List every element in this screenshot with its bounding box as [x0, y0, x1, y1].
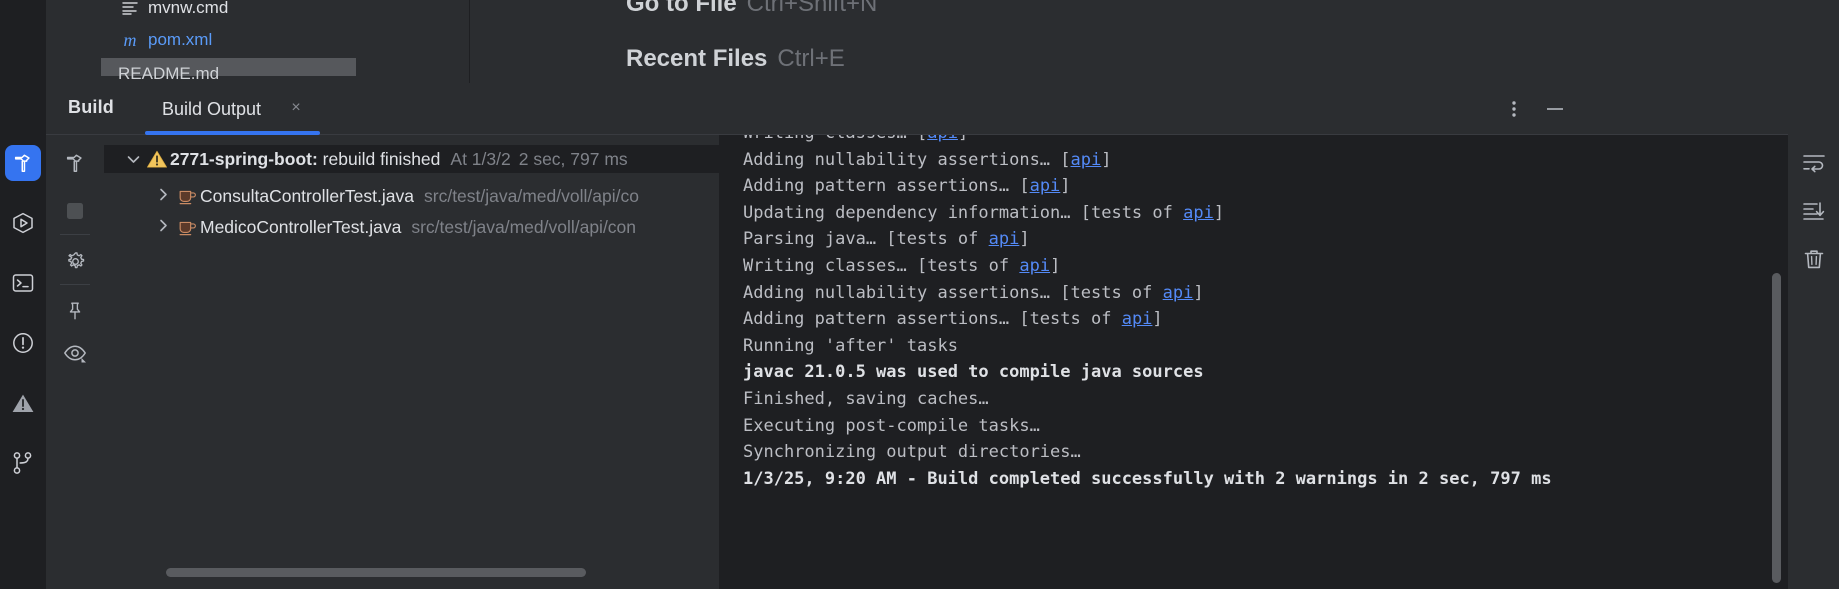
module-link-api[interactable]: api [1183, 203, 1214, 223]
build-item-path: src/test/java/med/voll/api/con [411, 216, 637, 237]
console-action-rail [1788, 135, 1839, 589]
build-tree-hscrollbar-thumb[interactable] [166, 568, 586, 577]
console-line: Adding pattern assertions… [api] [743, 176, 1071, 197]
build-tool-icon[interactable] [5, 145, 41, 181]
console-line: Executing post-compile tasks… [743, 415, 1040, 436]
soft-wrap-icon[interactable] [1796, 145, 1832, 181]
console-line: 1/3/25, 9:20 AM - Build completed succes… [743, 468, 1552, 489]
editor-empty-state-peek: Go to File Ctrl+Shift+N Recent Files Ctrl+… [470, 0, 1839, 83]
console-line: Adding nullability assertions… [tests of… [743, 282, 1204, 303]
maven-file-icon: m [123, 29, 137, 50]
build-root-duration: 2 sec, 797 ms [518, 148, 628, 169]
left-rail-top-gutter [0, 0, 46, 83]
settings-gear-icon[interactable] [57, 243, 93, 279]
build-root-module: 2771-spring-boot: [170, 148, 318, 169]
module-link-api[interactable]: api [1122, 309, 1153, 329]
project-tool-window-peek: mvnw.cmd m pom.xml README.md [46, 0, 469, 83]
eye-icon[interactable] [57, 335, 93, 371]
project-file-pom-xml[interactable]: m pom.xml [118, 27, 213, 53]
build-console-pane[interactable]: Writing classes… [api] Adding nullability… [719, 135, 1788, 589]
console-line: Writing classes… [api] [743, 135, 968, 143]
build-tree-item-consulta-controller-test[interactable]: ConsultaControllerTest.java src/test/jav… [104, 182, 719, 210]
run-tool-icon[interactable] [5, 205, 41, 241]
console-line: javac 21.0.5 was used to compile java so… [743, 362, 1204, 383]
toolbar-divider [60, 234, 90, 235]
chevron-down-icon[interactable] [122, 152, 144, 167]
module-link-api[interactable]: api [1071, 150, 1102, 170]
console-line: Updating dependency information… [tests … [743, 202, 1225, 223]
chevron-right-icon[interactable] [152, 219, 174, 235]
module-link-api[interactable]: api [1163, 283, 1194, 303]
goto-file-label: Go to File [626, 0, 737, 17]
recent-files-hint: Recent Files Ctrl+E [626, 45, 845, 73]
more-options-icon[interactable] [1502, 97, 1526, 121]
java-class-icon [174, 217, 200, 237]
terminal-tool-icon[interactable] [5, 265, 41, 301]
java-class-icon [174, 186, 200, 206]
build-tree-root-row[interactable]: 2771-spring-boot: rebuild finished At 1/… [104, 145, 719, 173]
build-root-title: 2771-spring-boot: rebuild finished [170, 149, 440, 170]
build-item-path: src/test/java/med/voll/api/co [424, 185, 639, 206]
trash-icon[interactable] [1796, 241, 1832, 277]
build-window-header-right-edge [1788, 83, 1839, 135]
top-strip: mvnw.cmd m pom.xml README.md Go to File C… [0, 0, 1839, 83]
build-hammer-icon[interactable] [57, 145, 93, 181]
console-vscrollbar-thumb[interactable] [1772, 273, 1781, 583]
pin-icon[interactable] [57, 293, 93, 329]
chevron-right-icon[interactable] [152, 188, 174, 204]
module-link-api[interactable]: api [927, 135, 958, 143]
build-window-header: Build Build Output × [0, 83, 1839, 135]
left-tool-rail [0, 83, 46, 589]
build-tree-rows: 2771-spring-boot: rebuild finished At 1/… [104, 135, 719, 589]
toolbar-divider [60, 284, 90, 285]
build-tool-window: Build Build Output × 2771-spring-boot: r… [0, 83, 1839, 589]
ide-window: mvnw.cmd m pom.xml README.md Go to File C… [0, 0, 1839, 589]
git-branch-tool-icon[interactable] [5, 445, 41, 481]
recent-files-label: Recent Files [626, 45, 768, 72]
module-link-api[interactable]: api [1030, 176, 1061, 196]
problems-tool-icon[interactable] [5, 325, 41, 361]
console-line: Running 'after' tasks [743, 335, 958, 356]
console-line: Adding nullability assertions… [api] [743, 149, 1112, 170]
tab-build-output-label: Build Output [162, 98, 262, 119]
build-tree-item-medico-controller-test[interactable]: MedicoControllerTest.java src/test/java/… [104, 213, 719, 241]
build-item-filename: MedicoControllerTest.java [200, 216, 402, 237]
build-tree-hscrollbar[interactable] [104, 568, 719, 583]
build-tree-pane: 2771-spring-boot: rebuild finished At 1/… [46, 135, 719, 589]
warning-tool-icon[interactable] [5, 385, 41, 421]
project-file-label: pom.xml [148, 30, 213, 49]
goto-file-shortcut: Ctrl+Shift+N [746, 0, 878, 17]
scroll-to-end-icon[interactable] [1796, 193, 1832, 229]
console-line: Finished, saving caches… [743, 389, 989, 409]
goto-file-hint: Go to File Ctrl+Shift+N [626, 0, 877, 18]
console-line: Parsing java… [tests of api] [743, 229, 1030, 250]
console-line: Writing classes… [tests of api] [743, 256, 1061, 276]
project-file-label: README.md [118, 64, 220, 83]
text-file-icon [118, 0, 142, 18]
module-link-api[interactable]: api [989, 229, 1020, 249]
warning-triangle-icon [144, 149, 170, 169]
module-link-api[interactable]: api [1019, 256, 1050, 276]
console-line: Synchronizing output directories… [743, 442, 1081, 463]
build-window-title: Build [68, 97, 114, 117]
build-root-timestamp: At 1/3/2 [450, 148, 511, 169]
build-item-filename: ConsultaControllerTest.java [200, 185, 414, 206]
project-file-label: mvnw.cmd [148, 0, 229, 17]
minimize-icon[interactable] [1543, 97, 1567, 121]
project-file-mvnw-cmd[interactable]: mvnw.cmd [118, 0, 228, 21]
recent-files-shortcut: Ctrl+E [777, 45, 845, 72]
build-root-status: rebuild finished [322, 148, 441, 169]
close-icon[interactable]: × [288, 100, 304, 116]
console-line: Adding pattern assertions… [tests of api… [743, 309, 1163, 330]
build-tree-toolbar [46, 135, 104, 589]
tab-build-output[interactable]: Build Output × [145, 83, 320, 135]
stop-square-icon[interactable] [57, 193, 93, 229]
